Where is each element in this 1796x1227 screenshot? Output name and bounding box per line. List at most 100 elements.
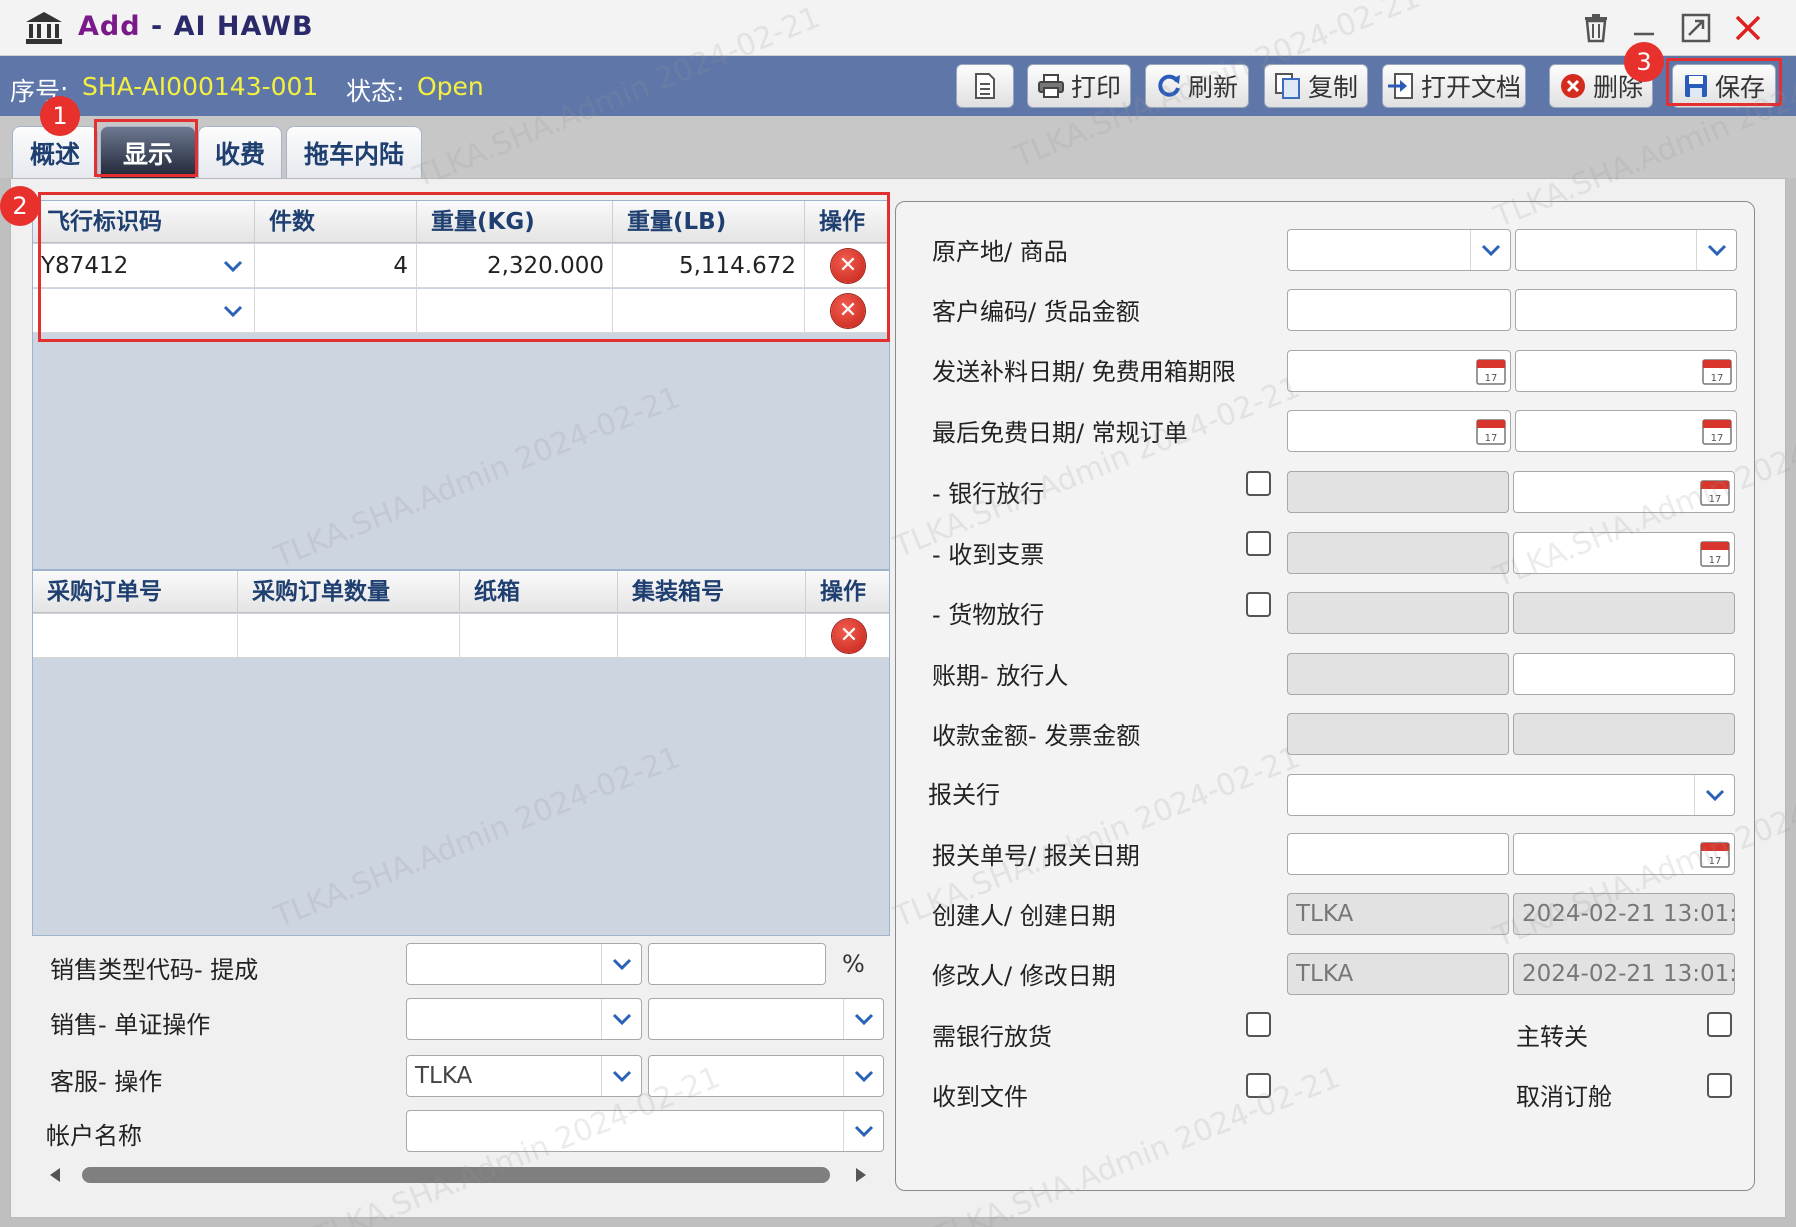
need-bank-release-label: 需银行放货 — [932, 1023, 1052, 1051]
check-received-checkbox[interactable] — [1246, 531, 1271, 556]
calendar-icon[interactable]: 17 — [1700, 840, 1730, 868]
col-po-action: 操作 — [820, 579, 866, 605]
po-quantity-cell[interactable] — [238, 614, 460, 658]
free-container-limit-input[interactable]: 17 — [1515, 350, 1737, 392]
amounts-label: 收款金额- 发票金额 — [932, 722, 1141, 750]
customs-no-input[interactable] — [1287, 833, 1509, 875]
title-bar: Add - AI HAWB — [0, 0, 1796, 56]
created-date-input: 2024-02-21 13:01:4 — [1513, 893, 1735, 935]
scroll-left-icon[interactable] — [48, 1167, 62, 1183]
cs-op-label: 客服- 操作 — [50, 1068, 163, 1096]
document-button[interactable] — [956, 64, 1014, 108]
commission-input[interactable] — [648, 943, 826, 985]
customer-service-select[interactable]: TLKA — [406, 1055, 642, 1097]
account-name-select[interactable] — [406, 1110, 884, 1152]
chevron-down-icon[interactable] — [843, 1056, 883, 1096]
trash-icon[interactable] — [1576, 10, 1616, 46]
calendar-icon[interactable]: 17 — [1700, 539, 1730, 567]
customer-code-input[interactable] — [1287, 289, 1511, 331]
customs-broker-select[interactable] — [1287, 774, 1735, 816]
svg-text:17: 17 — [1709, 494, 1722, 505]
print-label: 打印 — [1070, 73, 1121, 102]
app-window: Add - AI HAWB 序号: SHA-AI000143-001 状态: O… — [0, 0, 1796, 1227]
chevron-down-icon[interactable] — [843, 1111, 883, 1151]
print-button[interactable]: 打印 — [1027, 64, 1131, 108]
svg-text:17: 17 — [1485, 373, 1498, 384]
master-transfer-label: 主转关 — [1516, 1023, 1588, 1051]
col-container-no: 集装箱号 — [618, 571, 806, 613]
calendar-icon[interactable]: 17 — [1476, 357, 1506, 385]
po-grid-header: 采购订单号 采购订单数量 纸箱 集装箱号 操作 — [33, 571, 889, 613]
modified-date-input: 2024-02-21 13:01:4 — [1513, 953, 1735, 995]
po-number-cell[interactable] — [33, 614, 238, 658]
calendar-icon[interactable]: 17 — [1702, 357, 1732, 385]
cancel-booking-checkbox[interactable] — [1707, 1073, 1732, 1098]
check-received-date-input[interactable]: 17 — [1513, 532, 1735, 574]
cargo-release-input — [1287, 592, 1509, 634]
chevron-down-icon[interactable] — [1694, 775, 1734, 815]
delete-icon — [1560, 74, 1585, 98]
close-icon[interactable] — [1728, 10, 1768, 46]
bank-release-date-input[interactable]: 17 — [1513, 471, 1735, 513]
last-free-date-input[interactable]: 17 — [1287, 410, 1511, 452]
send-date-label: 发送补料日期/ 免费用箱期限 — [932, 358, 1236, 386]
po-grid: 采购订单号 采购订单数量 纸箱 集装箱号 操作 ✕ — [32, 570, 890, 936]
scroll-right-icon[interactable] — [854, 1167, 868, 1183]
customs-broker-label: 报关行 — [928, 781, 1000, 809]
container-no-cell[interactable] — [618, 614, 806, 658]
master-transfer-checkbox[interactable] — [1707, 1012, 1732, 1037]
calendar-icon[interactable]: 17 — [1700, 478, 1730, 506]
window-title: Add - AI HAWB — [78, 11, 314, 42]
credit-period-input — [1287, 653, 1509, 695]
calendar-icon[interactable]: 17 — [1476, 417, 1506, 445]
account-name-label: 帐户名称 — [46, 1122, 142, 1150]
chevron-down-icon[interactable] — [1470, 230, 1510, 270]
open-document-button[interactable]: 打开文档 — [1382, 64, 1526, 108]
horizontal-scrollbar[interactable] — [42, 1163, 882, 1187]
chevron-down-icon[interactable] — [601, 999, 641, 1039]
modifier-label: 修改人/ 修改日期 — [932, 962, 1116, 990]
minimize-icon[interactable] — [1624, 10, 1664, 46]
chevron-down-icon[interactable] — [601, 1056, 641, 1096]
step-badge-2: 2 — [0, 186, 40, 226]
chevron-down-icon[interactable] — [601, 944, 641, 984]
scroll-thumb[interactable] — [82, 1167, 830, 1183]
sales-type-select[interactable] — [406, 943, 642, 985]
send-date-input[interactable]: 17 — [1287, 350, 1511, 392]
maximize-icon[interactable] — [1676, 10, 1716, 46]
calendar-icon[interactable]: 17 — [1702, 417, 1732, 445]
delete-row-icon[interactable]: ✕ — [832, 619, 866, 653]
tab-trucking-inland[interactable]: 拖车内陆 — [286, 126, 422, 178]
modifier-input: TLKA — [1287, 953, 1509, 995]
need-bank-release-checkbox[interactable] — [1246, 1012, 1271, 1037]
origin-select[interactable] — [1287, 229, 1511, 271]
doc-operation-select[interactable] — [648, 998, 884, 1040]
svg-text:17: 17 — [1709, 856, 1722, 867]
check-received-label: - 收到支票 — [932, 541, 1045, 569]
refresh-label: 刷新 — [1187, 73, 1238, 102]
seq-value: SHA-AI000143-001 — [82, 72, 319, 101]
tab-charges[interactable]: 收费 — [198, 126, 282, 178]
carton-cell[interactable] — [460, 614, 618, 658]
docs-received-label: 收到文件 — [932, 1083, 1028, 1111]
bank-release-checkbox[interactable] — [1246, 471, 1271, 496]
customs-date-input[interactable]: 17 — [1513, 833, 1735, 875]
chevron-down-icon[interactable] — [1696, 230, 1736, 270]
svg-text:17: 17 — [1711, 373, 1724, 384]
refresh-button[interactable]: 刷新 — [1145, 64, 1249, 108]
col-po-number: 采购订单号 — [33, 571, 238, 613]
sales-select[interactable] — [406, 998, 642, 1040]
chevron-down-icon[interactable] — [843, 999, 883, 1039]
goods-amount-input[interactable] — [1515, 289, 1737, 331]
action-cell: ✕ — [806, 614, 891, 658]
copy-button[interactable]: 复制 — [1264, 64, 1368, 108]
releaser-input[interactable] — [1513, 653, 1735, 695]
regular-order-input[interactable]: 17 — [1515, 410, 1737, 452]
cargo-release-label: - 货物放行 — [932, 601, 1045, 629]
operation-select[interactable] — [648, 1055, 884, 1097]
commodity-select[interactable] — [1515, 229, 1737, 271]
title-prefix: Add — [78, 11, 141, 42]
bank-icon — [26, 12, 62, 44]
docs-received-checkbox[interactable] — [1246, 1073, 1271, 1098]
cargo-release-checkbox[interactable] — [1246, 592, 1271, 617]
